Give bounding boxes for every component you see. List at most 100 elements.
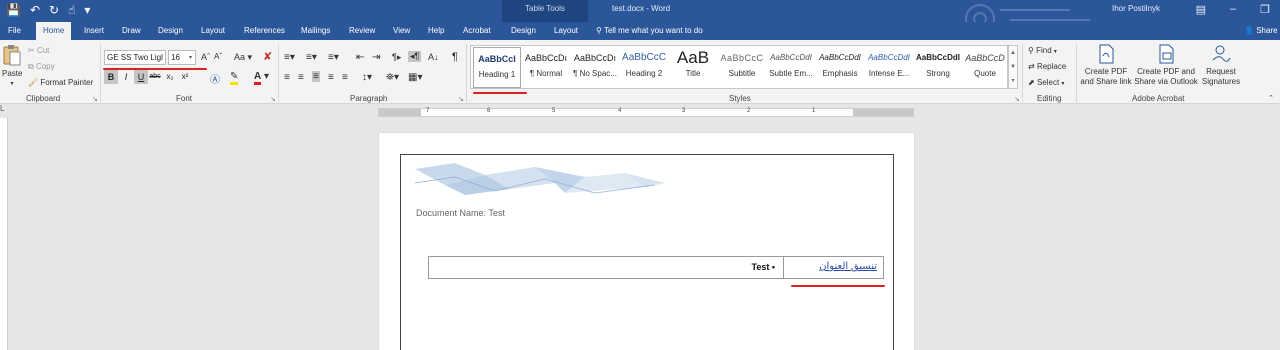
user-name[interactable]: Ihor Postilnyk [1112,4,1160,13]
cut-button[interactable]: ✂ Cut [28,46,49,55]
minimize-icon[interactable]: – [1230,3,1236,16]
tab-selector-icon[interactable]: L [0,104,8,118]
increase-indent-icon[interactable]: ⇥ [372,52,380,63]
find-button[interactable]: ⚲ Find ▾ [1028,46,1057,55]
ribbon-display-icon[interactable]: ▤ [1196,3,1206,16]
vertical-ruler[interactable] [0,118,8,350]
paste-button[interactable]: Paste ▾ [2,44,22,89]
tab-file[interactable]: File [8,26,21,35]
borders-icon[interactable]: ▦▾ [408,72,422,83]
style-subtitle[interactable]: AaBbCcC Subtitle [718,47,766,88]
horizontal-ruler[interactable]: 7 6 5 4 3 2 1 [378,108,914,117]
touch-mode-icon[interactable]: ☝ [68,3,75,17]
redo-icon[interactable]: ↻ [49,3,59,17]
style-heading-2[interactable]: AaBbCcC Heading 2 [620,47,668,88]
change-case-icon[interactable]: Aa ▾ [234,52,252,63]
bullets-icon[interactable]: ≡▾ [284,52,295,63]
clear-formatting-icon[interactable]: ✘ [263,50,272,63]
ltr-direction-icon[interactable]: ¶▸ [392,52,401,63]
ruler-margin-left [379,109,421,116]
tab-table-layout[interactable]: Layout [554,26,578,35]
style-heading-1[interactable]: AaBbCcI Heading 1 [473,47,521,88]
tab-help[interactable]: Help [428,26,444,35]
align-center-icon[interactable]: ≡ [298,72,304,83]
customize-toolbar-icon[interactable]: ▾ [84,3,90,17]
font-name-field[interactable]: GE SS Two Ligl [104,50,166,65]
sort-icon[interactable]: A↓ [428,52,439,62]
style-emphasis[interactable]: AaBbCcDdI Emphasis [816,47,864,88]
tab-acrobat[interactable]: Acrobat [463,26,491,35]
tab-insert[interactable]: Insert [84,26,104,35]
highlight-color-icon[interactable]: ✎ [230,71,239,85]
select-button[interactable]: ⬈ Select ▾ [1028,78,1064,87]
show-formatting-icon[interactable]: ¶ [452,51,458,63]
styles-scroll[interactable]: ▲ ▼ ▾ [1008,45,1018,89]
scroll-up-icon[interactable]: ▲ [1009,46,1017,60]
tab-table-design[interactable]: Design [511,26,536,35]
justify-icon[interactable]: ≡ [328,72,334,83]
tab-review[interactable]: Review [349,26,375,35]
font-launcher-icon[interactable]: ↘ [270,95,276,103]
numbering-icon[interactable]: ≡▾ [306,52,317,63]
tab-draw[interactable]: Draw [122,26,141,35]
replace-button[interactable]: ⇄ Replace [1028,62,1066,71]
grow-font-icon[interactable]: Aˆ [201,52,210,62]
more-styles-icon[interactable]: ▾ [1009,74,1017,88]
tab-references[interactable]: References [244,26,285,35]
strikethrough-button[interactable]: abc [148,70,162,84]
style-normal[interactable]: AaBbCcDı ¶ Normal [522,47,570,88]
style-strong[interactable]: AaBbCcDdI Strong [914,47,962,88]
style-sample: AaBbCcD [965,53,1005,63]
format-painter-label: Format Painter [40,78,94,87]
copy-button[interactable]: ⧉ Copy [28,62,55,72]
shrink-font-icon[interactable]: Aˇ [214,52,222,61]
shading-icon[interactable]: ⛯▾ [386,72,399,83]
multilevel-list-icon[interactable]: ≡▾ [328,52,339,63]
style-title[interactable]: AaB Title [669,47,717,88]
distributed-icon[interactable]: ≡ [342,72,348,83]
italic-button[interactable]: I [119,70,133,84]
request-signatures-button[interactable]: Request Signatures [1200,44,1242,87]
tab-design[interactable]: Design [158,26,183,35]
undo-icon[interactable]: ↶ [30,3,40,17]
decrease-indent-icon[interactable]: ⇤ [356,52,364,63]
rtl-direction-icon[interactable]: ◂¶ [408,51,422,62]
table-cell-test[interactable]: Test • [429,257,784,278]
bold-button[interactable]: B [104,70,118,84]
line-spacing-icon[interactable]: ↕▾ [362,72,372,83]
save-icon[interactable]: 💾 [6,3,21,17]
superscript-button[interactable]: x² [178,70,192,84]
tab-mailings[interactable]: Mailings [301,26,330,35]
styles-launcher-icon[interactable]: ↘ [1014,95,1020,103]
tell-me-search[interactable]: ⚲ Tell me what you want to do [596,26,703,35]
lightbulb-icon: ⚲ [596,26,602,35]
align-left-icon[interactable]: ≡ [284,72,290,83]
scroll-down-icon[interactable]: ▼ [1009,60,1017,74]
content-table[interactable]: Test • تنسيق العنوان [428,256,884,279]
create-pdf-outlook-button[interactable]: Create PDF and Share via Outlook [1134,44,1198,87]
style-no-spacing[interactable]: AaBbCcDı ¶ No Spac... [571,47,619,88]
tab-home[interactable]: Home [36,22,72,40]
subscript-button[interactable]: x₂ [163,70,177,84]
restore-icon[interactable]: ❐ [1260,3,1270,16]
tab-view[interactable]: View [393,26,410,35]
underline-button[interactable]: U [134,70,148,84]
share-button[interactable]: 👤 Share [1244,26,1278,35]
document-page[interactable]: Document Name: Test Test • تنسيق العنوان [379,133,914,350]
paragraph-launcher-icon[interactable]: ↘ [458,95,464,103]
style-intense-emphasis[interactable]: AaBbCcDdI Intense E... [865,47,913,88]
font-size-dropdown-icon[interactable]: ▾ [189,54,192,61]
format-painter-button[interactable]: 🖌 Format Painter [28,78,93,87]
font-color-icon[interactable]: A ▾ [254,71,269,85]
style-subtle-emphasis[interactable]: AaBbCcDdI Subtle Em... [767,47,815,88]
collapse-ribbon-icon[interactable]: ⌃ [1268,94,1274,102]
text-effects-icon[interactable]: Ⓐ [210,71,220,86]
align-right-icon[interactable]: ≡ [312,71,320,82]
annotation-underline-style [473,92,527,94]
tab-layout[interactable]: Layout [201,26,225,35]
clipboard-launcher-icon[interactable]: ↘ [92,95,98,103]
create-pdf-share-link-button[interactable]: Create PDF and Share link [1080,44,1132,87]
style-quote[interactable]: AaBbCcD Quote [961,47,1009,88]
separator [1076,44,1077,102]
table-cell-arabic-heading[interactable]: تنسيق العنوان [784,257,883,278]
